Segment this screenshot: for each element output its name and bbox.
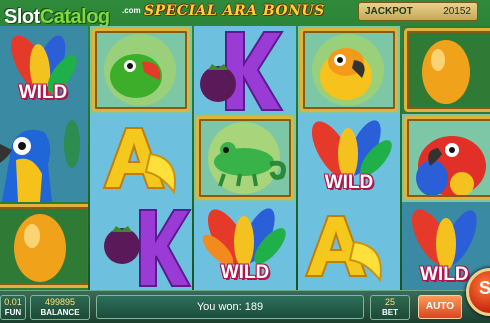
symbol-letter-a	[90, 114, 192, 202]
reel-5: WILD	[402, 26, 490, 290]
logo-word-1: Slot	[4, 6, 40, 28]
bet-value: 25	[384, 297, 395, 307]
top-bar: SlotCatalog .com SPECIAL ARA BONUS JACKP…	[0, 0, 490, 28]
balance-value: 499895	[44, 297, 76, 307]
win-message: You won: 189	[196, 301, 264, 313]
coin-label: FUN	[4, 308, 22, 317]
reel-3: WILD	[194, 26, 296, 290]
chameleon-icon	[194, 114, 296, 202]
logo-suffix: .com	[122, 6, 141, 15]
bet-label: BET	[382, 308, 398, 317]
jackpot-value: 20152	[443, 6, 471, 17]
game-screen: SlotCatalog .com SPECIAL ARA BONUS JACKP…	[0, 0, 490, 323]
coin-value: 0.01	[4, 297, 22, 307]
symbol-letter-k	[194, 26, 296, 114]
scarlet-macaw-icon	[402, 114, 490, 202]
jackpot-panel: JACKPOT 20152	[358, 2, 478, 21]
coin-value-button[interactable]: 0.01 FUN	[0, 295, 26, 320]
golden-egg-icon	[0, 202, 88, 290]
balance-label: BALANCE	[40, 308, 80, 317]
wild-label: WILD	[324, 172, 374, 193]
letter-a-banana-icon	[102, 127, 176, 195]
symbol-letter-k	[90, 202, 192, 290]
auto-button[interactable]: AUTO	[418, 295, 462, 319]
letter-k-mangosteen-icon	[104, 209, 192, 287]
green-parrot-icon	[90, 26, 192, 114]
symbol-yellow-parrot	[298, 26, 400, 114]
golden-egg-icon	[402, 26, 490, 114]
reel-4: WILD	[298, 26, 400, 290]
reel-1: WILD	[0, 26, 88, 290]
yellow-parrot-icon	[298, 26, 400, 114]
symbol-chameleon	[194, 114, 296, 202]
symbol-golden-egg	[0, 202, 88, 290]
logo-word-2: Catalog	[39, 6, 110, 28]
symbol-wild-feathers: WILD	[298, 114, 400, 202]
win-message-box: You won: 189	[96, 295, 364, 319]
symbol-wild-feathers: WILD	[0, 26, 88, 114]
bet-button[interactable]: 25 BET	[370, 295, 410, 320]
symbol-golden-egg	[402, 26, 490, 114]
symbol-scarlet-macaw	[402, 114, 490, 202]
control-bar: 0.01 FUN 499895 BALANCE You won: 189 25 …	[0, 290, 490, 323]
balance-box: 499895 BALANCE	[30, 295, 90, 320]
wild-label: WILD	[220, 262, 270, 283]
macaw-blue-yellow-icon	[0, 120, 80, 202]
spin-icon: S	[479, 278, 490, 298]
wild-label: WILD	[18, 82, 68, 103]
reel-2	[90, 26, 192, 290]
letter-k-mangosteen-icon	[200, 31, 284, 111]
symbol-green-parrot	[90, 26, 192, 114]
jackpot-label: JACKPOT	[365, 6, 413, 17]
symbol-letter-a	[298, 202, 400, 290]
symbol-wild-feathers: WILD	[194, 202, 296, 290]
letter-a-banana-icon	[304, 215, 382, 283]
reels-area: WILD WILD WILD WILD	[0, 26, 490, 290]
game-title: SPECIAL ARA BONUS	[144, 3, 325, 19]
symbol-macaw	[0, 114, 88, 202]
